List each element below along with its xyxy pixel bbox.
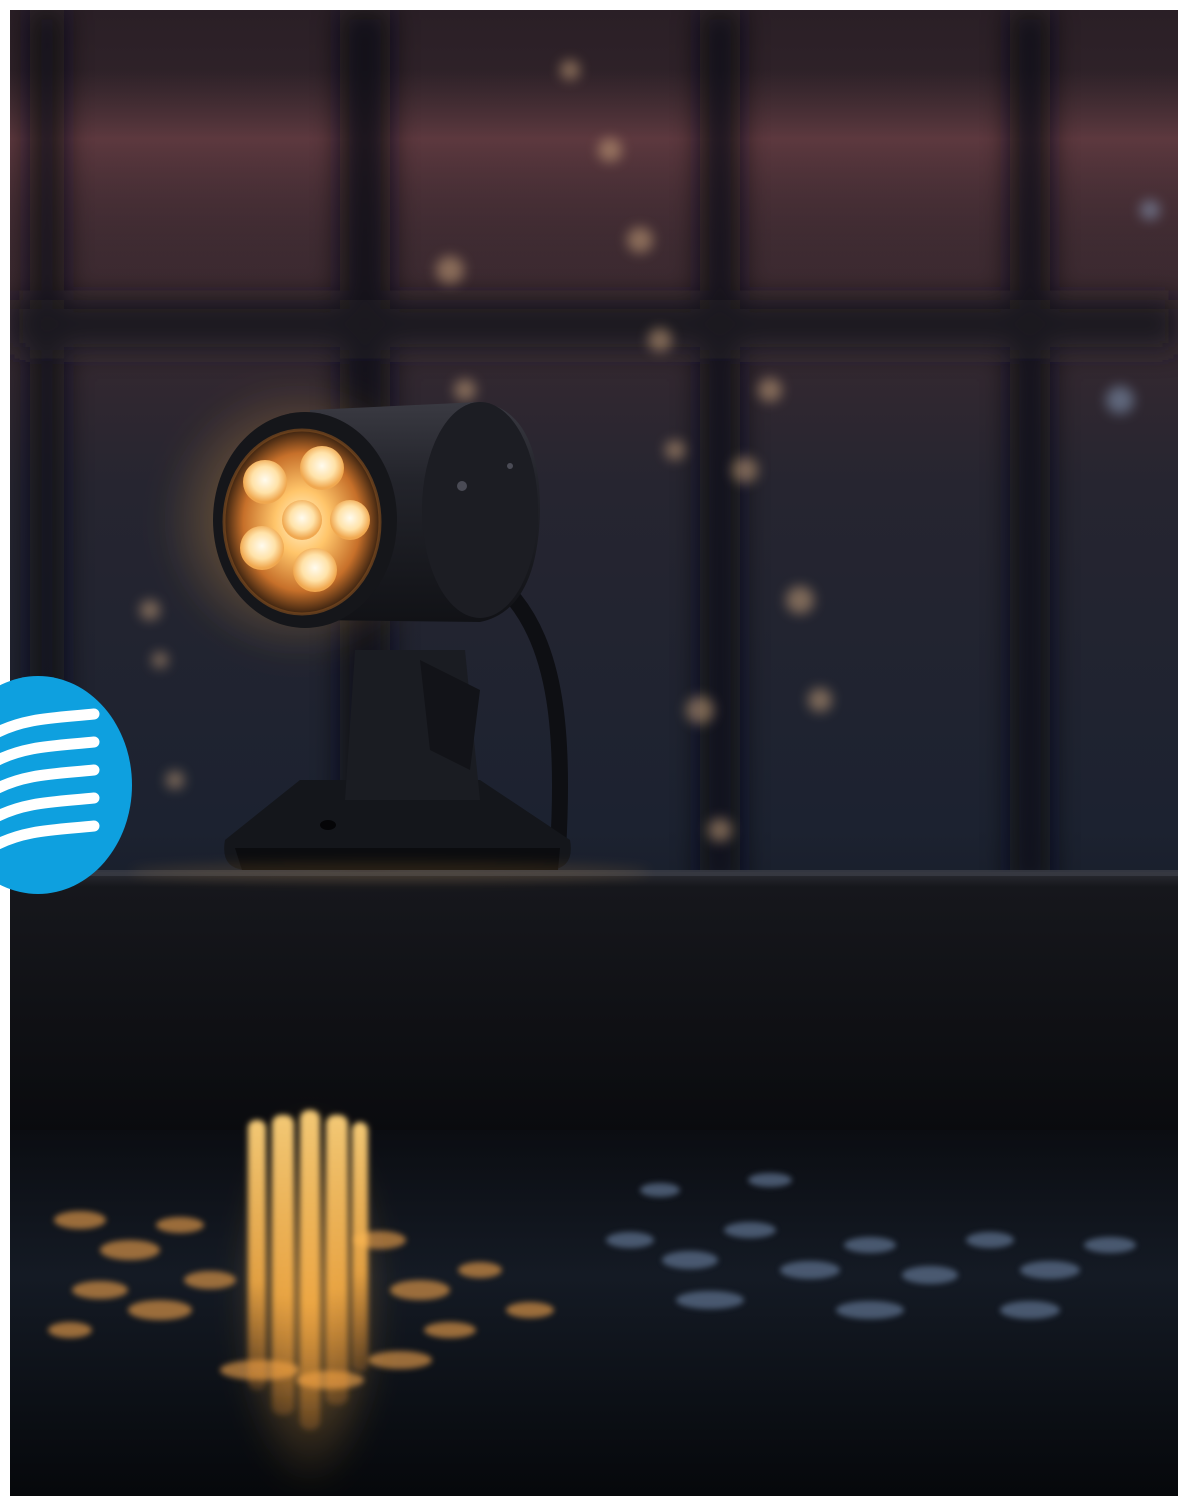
spotlight-photo xyxy=(10,10,1178,1496)
photo-scene xyxy=(10,10,1178,1496)
light-reflection xyxy=(235,1110,385,1490)
water-waves-icon xyxy=(0,676,132,894)
product-photo-page xyxy=(0,0,1178,1510)
